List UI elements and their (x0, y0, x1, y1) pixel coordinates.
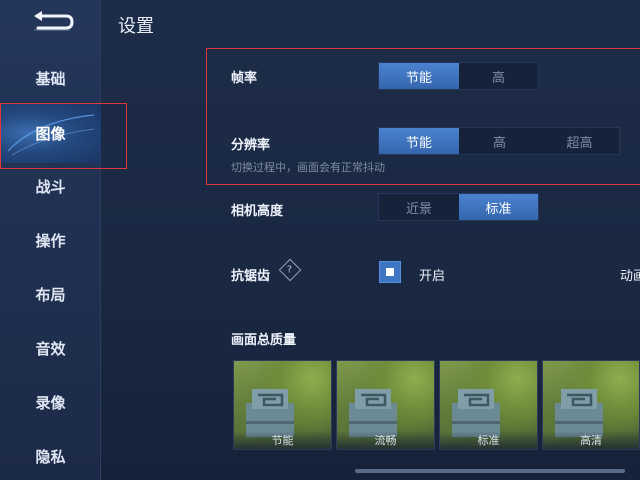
sidebar-item-controls[interactable]: 操作 (0, 220, 101, 260)
camera-height-label: 相机高度 (231, 204, 284, 219)
sidebar-item-layout[interactable]: 布局 (0, 274, 101, 314)
sidebar-item-label: 基础 (35, 69, 66, 88)
resolution-selector: 节能 高 超高 (378, 127, 620, 155)
sidebar-item-label: 图像 (35, 124, 66, 143)
sidebar-item-basic[interactable]: 基础 (0, 58, 101, 98)
camera-height-selector: 近景 标准 (378, 193, 539, 221)
anti-aliasing-label: 抗锯齿 (231, 269, 271, 284)
sidebar-item-sound[interactable]: 音效 (0, 328, 101, 368)
page-title: 设置 (118, 16, 154, 37)
frame-rate-label: 帧率 (231, 71, 258, 86)
camera-height-option-standard[interactable]: 标准 (459, 194, 538, 220)
sidebar-item-graphics[interactable]: 图像 (0, 103, 101, 163)
quality-thumbnail-smooth[interactable]: 流畅 (336, 360, 435, 450)
frame-rate-option-high[interactable]: 高 (459, 63, 538, 89)
quality-thumbnail-hd[interactable]: 高清 (542, 360, 640, 450)
frame-rate-selector: 节能 高 (378, 62, 539, 90)
sidebar-item-label: 录像 (35, 393, 66, 412)
sidebar-item-label: 隐私 (35, 447, 66, 466)
sidebar-item-label: 操作 (35, 231, 66, 250)
sidebar-item-battle[interactable]: 战斗 (0, 166, 101, 206)
sidebar-item-label: 布局 (35, 285, 66, 304)
quality-thumbnail-standard[interactable]: 标准 (439, 360, 538, 450)
resolution-label: 分辨率 (231, 138, 271, 153)
resolution-option-ultra[interactable]: 超高 (540, 128, 619, 154)
frame-rate-option-power-saving[interactable]: 节能 (379, 63, 459, 89)
sidebar: 基础 图像 战斗 操作 布局 音效 录像 隐私 (0, 0, 101, 480)
back-arrow-icon (34, 11, 74, 31)
resolution-option-power-saving[interactable]: 节能 (379, 128, 459, 154)
help-icon[interactable]: ? (278, 258, 302, 282)
quality-thumbnail-power-saving[interactable]: 节能 (233, 360, 332, 450)
sidebar-item-privacy[interactable]: 隐私 (0, 436, 101, 476)
sidebar-item-replay[interactable]: 录像 (0, 382, 101, 422)
anti-aliasing-toggle-label: 开启 (419, 269, 446, 284)
resolution-option-high[interactable]: 高 (459, 128, 540, 154)
thumbnail-caption: 标准 (440, 431, 537, 449)
animation-label-truncated: 动画 (620, 269, 640, 284)
sidebar-item-label: 音效 (35, 339, 66, 358)
camera-height-option-close[interactable]: 近景 (379, 194, 459, 220)
horizontal-scrollbar[interactable] (355, 469, 625, 473)
help-icon-glyph: ? (287, 264, 293, 276)
resolution-hint: 切换过程中，画面会有正常抖动 (231, 161, 385, 174)
back-button[interactable] (28, 8, 78, 36)
anti-aliasing-checkbox[interactable] (379, 261, 401, 283)
thumbnail-caption: 高清 (543, 431, 639, 449)
checkbox-mark (386, 268, 394, 276)
thumbnail-caption: 流畅 (337, 431, 434, 449)
overall-quality-label: 画面总质量 (231, 333, 297, 348)
thumbnail-caption: 节能 (234, 431, 331, 449)
sidebar-item-label: 战斗 (35, 177, 66, 196)
